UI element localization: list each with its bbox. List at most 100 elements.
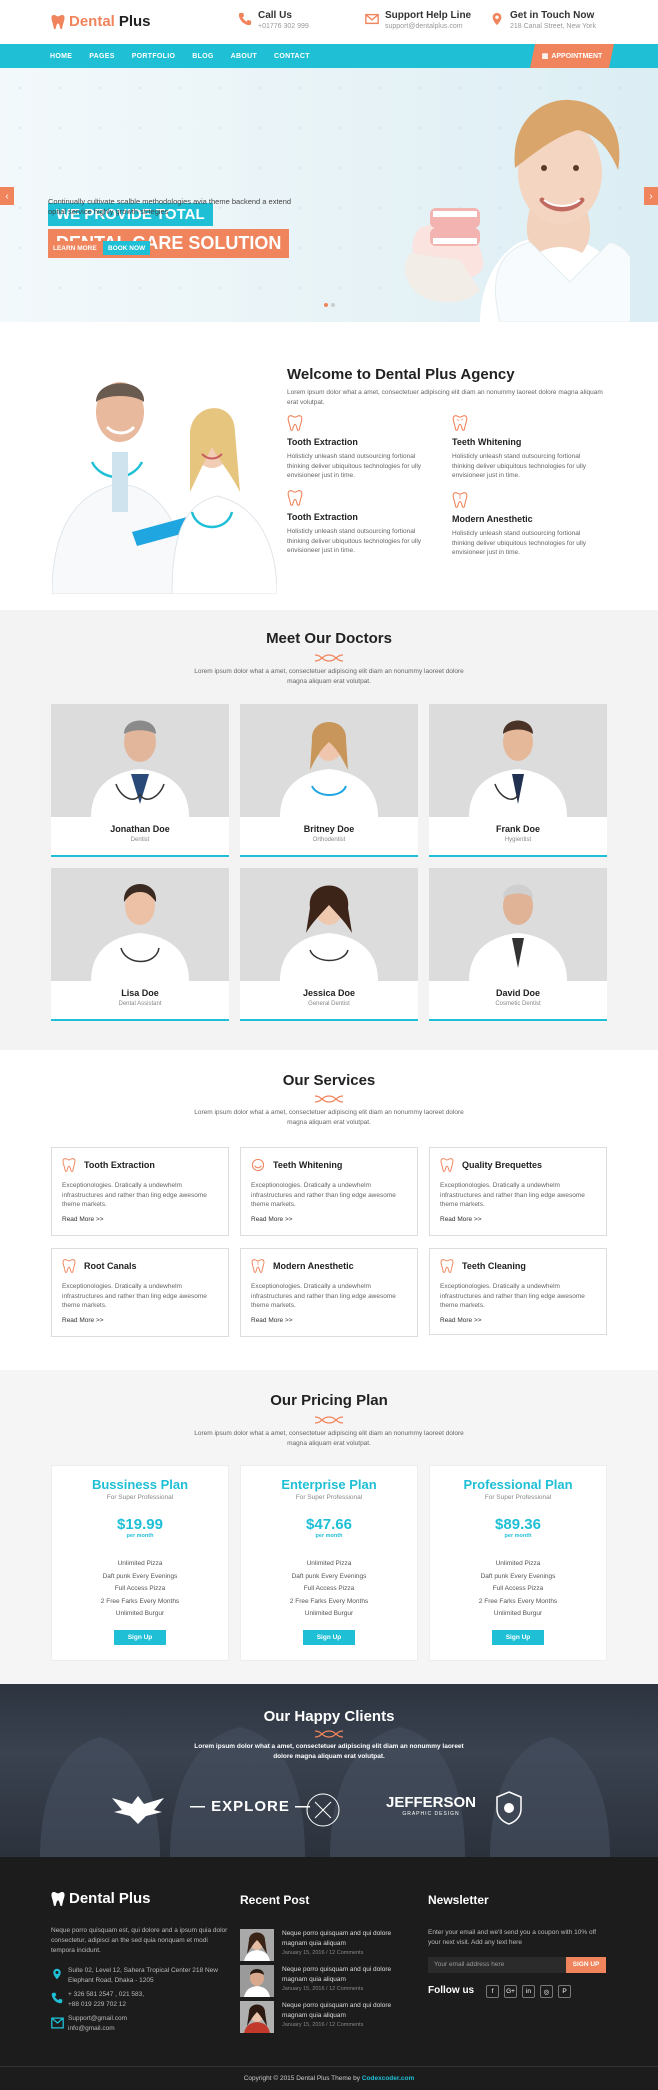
doctor-card[interactable]: David Doe Cosmetic Dentist [429,868,607,1021]
welcome-title: Welcome to Dental Plus Agency [287,366,515,383]
doctor-card[interactable]: Frank Doe Hygientist [429,704,607,857]
service-desc: Exceptionologies. Dratically a undewhelm… [251,1283,396,1309]
doctor-photo [429,868,607,981]
post-thumbnail [240,1965,274,1997]
nav-portfolio[interactable]: PORTFOLIO [132,53,176,60]
footer-brand-1: Dental [69,1890,115,1907]
doctor-card[interactable]: Jonathan Doe Dentist [51,704,229,857]
clients-subtitle: Lorem ipsum dolor what a amet, consectet… [194,1743,464,1760]
read-more-link[interactable]: Read More >> [440,1216,596,1223]
doctor-card[interactable]: Britney Doe Orthodentist [240,704,418,857]
slider-next-button[interactable]: › [644,187,658,205]
client-logo-shield[interactable] [494,1790,524,1826]
footer-email-1[interactable]: Support@gmail.com [68,2014,127,2024]
pinterest-icon[interactable]: P [558,1985,571,1998]
nav-blog[interactable]: BLOG [192,53,213,60]
social-links: f G+ in ◎ P [486,1985,571,1998]
learn-more-button[interactable]: LEARN MORE [48,241,102,255]
post-meta: January 15, 2016 / 12 Comments [282,1986,364,1992]
plan-feature: 2 Free Farks Every Months [478,1597,558,1605]
book-now-button[interactable]: BOOK NOW [103,241,151,255]
service-card[interactable]: Teeth Whitening Exceptionologies. Dratic… [240,1147,418,1236]
newsletter-email-input[interactable]: Your email address here [428,1957,566,1973]
footer-logo[interactable]: Dental Plus [51,1890,151,1907]
post-thumbnail [240,2001,274,2033]
plan-feature: Unlimited Pizza [495,1560,541,1567]
doctor-photo [51,868,229,981]
client-jefferson-sub: GRAPHIC DESIGN [402,1811,460,1817]
copyright-text: Copyright © 2015 Dental Plus Theme by [243,2075,362,2082]
signup-button[interactable]: Sign Up [492,1629,544,1645]
recent-post-item[interactable]: Neque porro quisquam and qui dolore magn… [240,1965,402,1997]
service-title: Tooth Extraction [84,1160,155,1170]
nav-pages[interactable]: PAGES [89,53,115,60]
pricing-card: Professional Plan For Super Professional… [429,1465,607,1661]
newsletter-text: Enter your email and we'll send you a co… [428,1929,597,1946]
plan-feature: Unlimited Pizza [306,1560,352,1567]
nav-about[interactable]: ABOUT [231,53,257,60]
client-logo-circle[interactable] [303,1790,343,1830]
support-info: Support Help Line support@dentalplus.com [365,10,471,32]
newsletter-signup-button[interactable]: SIGN UP [566,1957,606,1973]
linkedin-icon[interactable]: in [522,1985,535,1998]
copyright-link[interactable]: Codexcoder.com [362,2075,414,2082]
service-card[interactable]: Teeth Cleaning Exceptionologies. Dratica… [429,1248,607,1335]
footer-email-2[interactable]: info@gmail.com [68,2024,115,2034]
read-more-link[interactable]: Read More >> [62,1216,218,1223]
slider-dots [324,303,335,307]
hero-slider: WE PROVIDE TOTAL DENTAL CARE SOLUTION [0,68,658,322]
brand-logo[interactable]: Dental Plus [51,13,151,30]
service-card[interactable]: Modern Anesthetic Exceptionologies. Drat… [240,1248,418,1337]
footer-phone-2: +88 019 229 702 12 [68,2001,127,2008]
read-more-link[interactable]: Read More >> [62,1317,218,1324]
doctor-photo [51,704,229,817]
feature-desc: Holisticly unleash stand outsourcing for… [287,453,422,479]
service-desc: Exceptionologies. Dratically a undewhelm… [440,1283,585,1309]
client-logo-jefferson[interactable]: JEFFERSON GRAPHIC DESIGN [386,1794,476,1817]
doctor-role: Dental Assistant [118,1001,162,1007]
signup-button[interactable]: Sign Up [303,1629,355,1645]
slider-dot-active[interactable] [324,303,328,307]
footer-about: Neque porro quisquam est, qui dolore and… [51,1927,228,1954]
service-card[interactable]: Quality Brequettes Exceptionologies. Dra… [429,1147,607,1236]
signup-button[interactable]: Sign Up [114,1629,166,1645]
recent-post-item[interactable]: Neque porro quisquam and qui dolore magn… [240,1929,402,1961]
client-logo-eagle[interactable] [108,1790,168,1826]
feature-tooth-extraction: Tooth Extraction Holisticly unleash stan… [287,415,437,481]
nav-contact[interactable]: CONTACT [274,53,310,60]
service-card[interactable]: Tooth Extraction Exceptionologies. Drati… [51,1147,229,1236]
phone-icon [51,1992,63,2004]
appointment-label: APPOINTMENT [551,52,603,60]
client-jefferson-label: JEFFERSON [386,1794,477,1811]
service-title: Quality Brequettes [462,1160,543,1170]
read-more-link[interactable]: Read More >> [440,1317,596,1324]
client-logo-explore[interactable]: — EXPLORE — [190,1798,311,1815]
service-card[interactable]: Root Canals Exceptionologies. Dratically… [51,1248,229,1337]
hero-dentist-image [405,99,630,322]
read-more-link[interactable]: Read More >> [251,1317,407,1324]
instagram-icon[interactable]: ◎ [540,1985,553,1998]
google-plus-icon[interactable]: G+ [504,1985,517,1998]
slider-prev-button[interactable]: ‹ [0,187,14,205]
plan-sub: For Super Professional [484,1494,552,1501]
plan-features: Unlimited Pizza Daft punk Every Evenings… [52,1558,228,1621]
slider-dot[interactable] [331,303,335,307]
plan-sub: For Super Professional [106,1494,174,1501]
plan-sub: For Super Professional [295,1494,363,1501]
service-desc: Exceptionologies. Dratically a undewhelm… [251,1182,396,1208]
recent-post-item[interactable]: Neque porro quisquam and qui dolore magn… [240,2001,402,2033]
dna-divider-icon [315,1095,343,1103]
whitening-tooth-icon [452,415,468,431]
client-explore-label: EXPLORE [211,1798,290,1815]
plan-feature: Full Access Pizza [114,1585,166,1592]
read-more-link[interactable]: Read More >> [251,1216,407,1223]
feature-title: Teeth Whitening [452,437,522,447]
welcome-subtitle: Lorem ipsum dolor what a amet, consectet… [287,389,603,406]
nav-home[interactable]: HOME [50,53,72,60]
appointment-button[interactable]: ▦ APPOINTMENT [530,44,614,68]
doctor-card[interactable]: Jessica Doe General Dentist [240,868,418,1021]
post-title: Neque porro quisquam and qui dolore magn… [282,1930,392,1947]
doctor-card[interactable]: Lisa Doe Dental Assistant [51,868,229,1021]
facebook-icon[interactable]: f [486,1985,499,1998]
newsletter-title: Newsletter [428,1893,489,1907]
